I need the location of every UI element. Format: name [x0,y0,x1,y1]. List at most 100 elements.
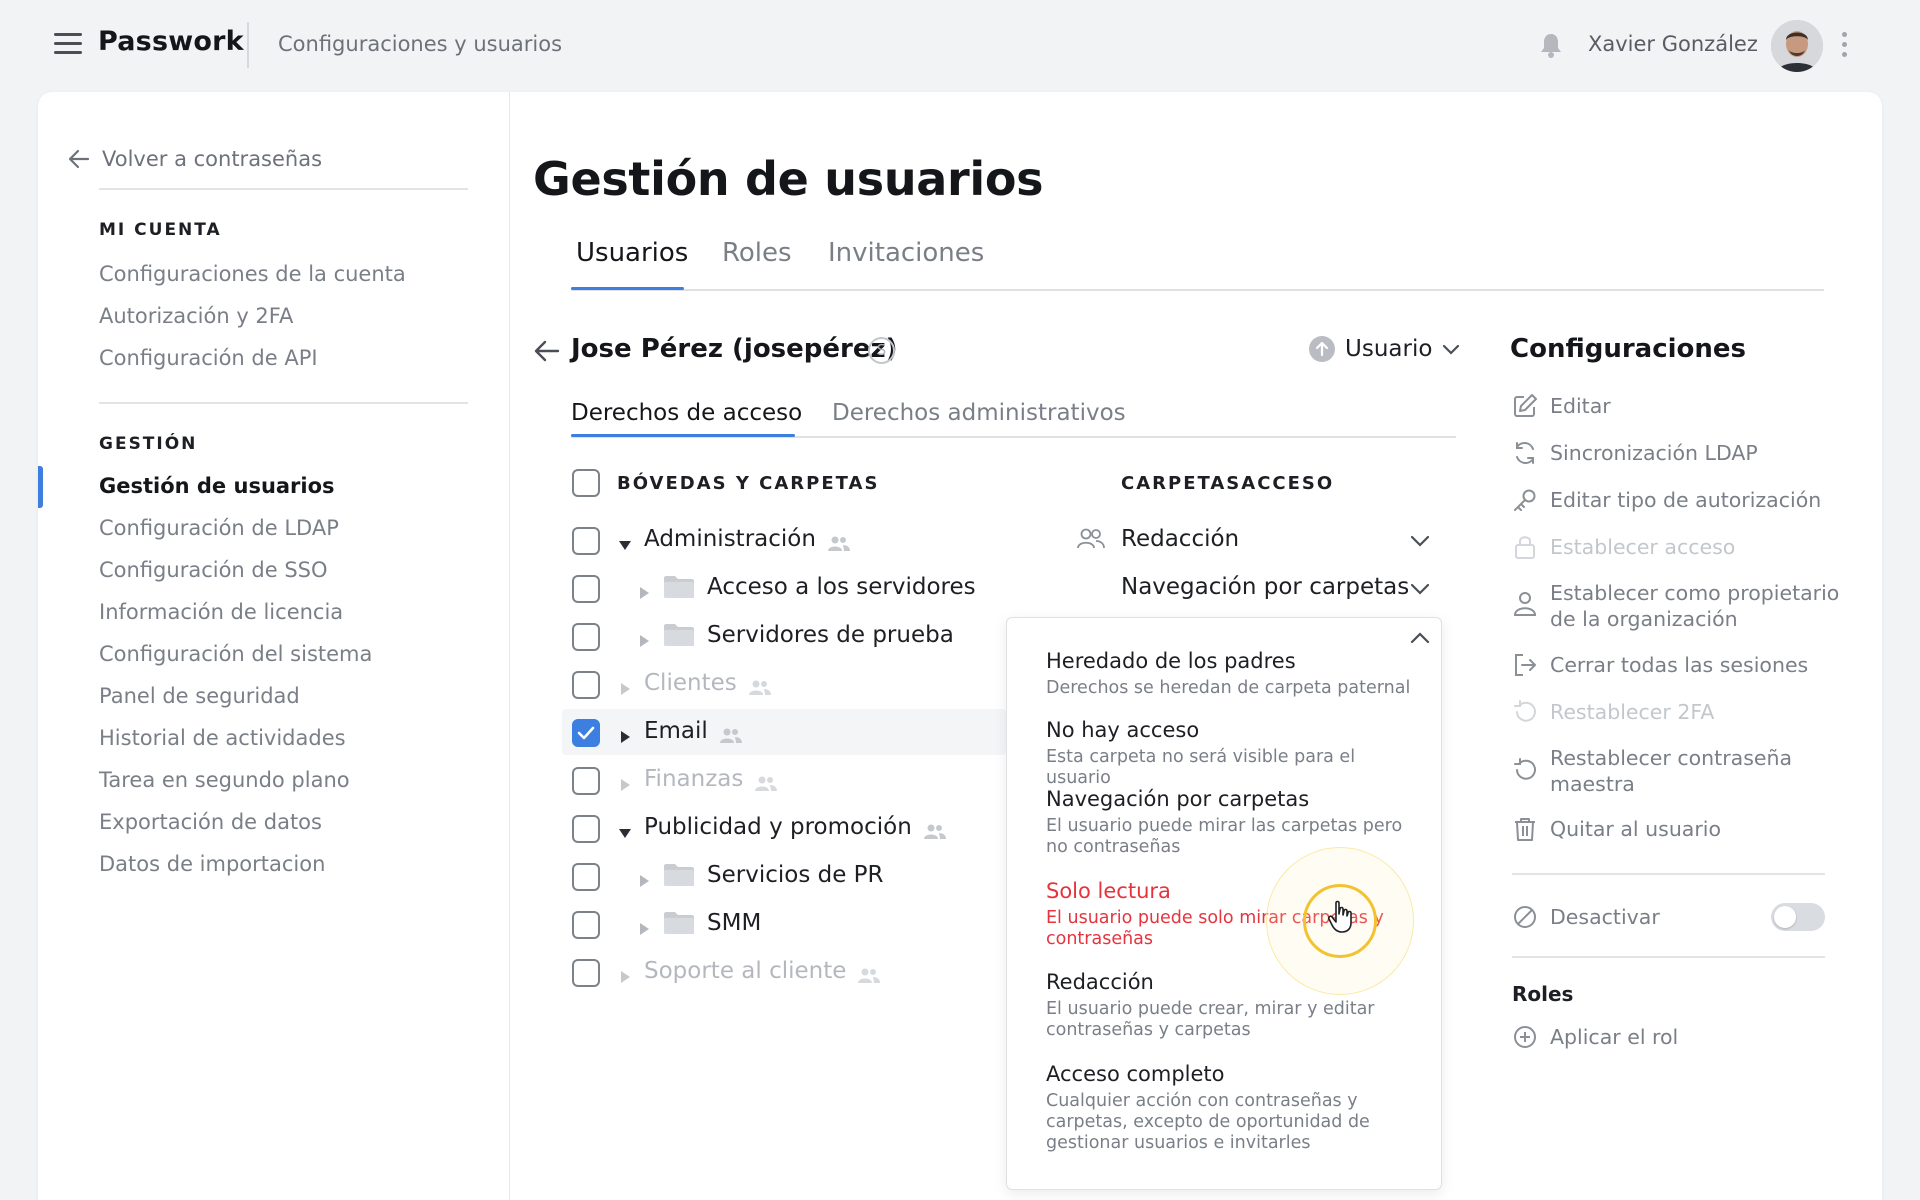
sidebar-item-system[interactable]: Configuración del sistema [99,642,372,666]
row-checkbox[interactable] [572,767,600,795]
sidebar-item-background-task[interactable]: Tarea en segundo plano [99,768,350,792]
close-sessions-action[interactable]: Cerrar todas las sesiones [1512,652,1808,678]
back-to-passwords-link[interactable]: Volver a contraseñas [68,147,322,171]
tree-row[interactable]: Finanzas [618,766,778,792]
chevron-up-icon[interactable] [1410,632,1430,644]
sidebar-item-export[interactable]: Exportación de datos [99,810,322,834]
tree-row[interactable]: Servicios de PR [637,862,884,888]
row-checkbox[interactable] [572,575,600,603]
row-checkbox[interactable] [572,671,600,699]
row-checkbox[interactable] [572,911,600,939]
row-checkbox[interactable] [572,959,600,987]
roles-heading: Roles [1512,982,1574,1006]
caret-right-icon[interactable] [637,580,651,599]
sidebar-item-account-settings[interactable]: Configuraciones de la cuenta [99,262,406,286]
tree-row[interactable]: SMM [637,910,761,936]
shared-users-icon [858,963,881,983]
edit-auth-type-action[interactable]: Editar tipo de autorización [1512,487,1821,513]
action-label: Desactivar [1550,905,1660,929]
tabs-divider [571,289,1824,291]
sidebar-item-auth-2fa[interactable]: Autorización y 2FA [99,304,293,328]
role-label: Usuario [1345,336,1433,362]
row-checkbox[interactable] [572,719,600,747]
row-checkbox[interactable] [572,623,600,651]
row-checkbox[interactable] [572,863,600,891]
dropdown-option-full-access[interactable]: Acceso completo Cualquier acción con con… [1046,1061,1421,1154]
option-title: Navegación por carpetas [1046,787,1310,811]
tree-row[interactable]: Acceso a los servidores [637,574,976,600]
folder-icon [663,911,695,935]
dropdown-option-no-access[interactable]: No hay acceso Esta carpeta no será visib… [1046,717,1421,789]
sidebar-item-security[interactable]: Panel de seguridad [99,684,300,708]
shared-users-icon [923,819,946,839]
sidebar-item-user-management[interactable]: Gestión de usuarios [99,474,335,498]
set-access-action[interactable]: Establecer acceso [1512,534,1735,560]
role-select[interactable]: Usuario [1309,336,1460,362]
active-tab-indicator [571,287,684,290]
app-logo[interactable]: Passwork [98,26,244,57]
dropdown-option-inherited[interactable]: Heredado de los padres Derechos se hered… [1046,648,1421,699]
apply-role-action[interactable]: Aplicar el rol [1512,1024,1678,1050]
arrow-left-icon[interactable] [533,337,561,365]
caret-right-icon[interactable] [618,964,632,983]
select-all-checkbox[interactable] [572,469,600,497]
sidebar-item-sso[interactable]: Configuración de SSO [99,558,328,582]
tree-label: Servidores de prueba [707,622,954,648]
tree-label: Email [644,718,708,744]
menu-icon[interactable] [54,33,82,55]
chevron-down-icon[interactable] [1410,583,1430,595]
current-user-name[interactable]: Xavier González [1588,32,1758,56]
permission-select[interactable]: Redacción [1076,526,1239,552]
tree-row[interactable]: Administración [618,526,850,552]
row-checkbox[interactable] [572,527,600,555]
remove-user-action[interactable]: Quitar al usuario [1512,816,1721,842]
dropdown-option-folder-navigation[interactable]: Navegación por carpetas El usuario puede… [1046,786,1421,858]
deactivate-toggle[interactable] [1771,903,1825,931]
tab-access-rights[interactable]: Derechos de acceso [571,400,802,426]
breadcrumb: Configuraciones y usuarios [278,32,563,56]
tree-row[interactable]: Email [618,718,742,744]
header-divider [247,22,249,68]
option-title: Heredado de los padres [1046,649,1296,673]
status-badge: S [868,337,895,364]
deactivate-action: Desactivar [1512,904,1660,930]
sidebar-item-ldap[interactable]: Configuración de LDAP [99,516,339,540]
caret-right-icon[interactable] [618,676,632,695]
hand-cursor-icon [1328,900,1352,933]
tree-row[interactable]: Soporte al cliente [618,958,881,984]
caret-right-icon[interactable] [637,868,651,887]
edit-action[interactable]: Editar [1512,393,1611,419]
tab-users[interactable]: Usuarios [576,238,688,268]
tree-row[interactable]: Clientes [618,670,771,696]
tab-roles[interactable]: Roles [722,238,792,268]
caret-right-icon[interactable] [618,772,632,791]
tab-invitations[interactable]: Invitaciones [828,238,984,268]
tree-row[interactable]: Publicidad y promoción [618,814,946,840]
more-options-icon[interactable] [1838,30,1850,60]
reset-2fa-action[interactable]: Restablecer 2FA [1512,699,1714,725]
top-bar: Passwork Configuraciones y usuarios Xavi… [0,0,1920,90]
chevron-down-icon[interactable] [1410,535,1430,547]
tree-row[interactable]: Servidores de prueba [637,622,954,648]
caret-right-icon[interactable] [618,724,632,743]
caret-down-icon[interactable] [618,532,632,550]
ldap-sync-action[interactable]: Sincronización LDAP [1512,440,1758,466]
action-label: Sincronización LDAP [1550,441,1758,465]
avatar[interactable] [1771,20,1823,72]
folder-icon [663,863,695,887]
permission-select[interactable]: Navegación por carpetas [1121,574,1409,600]
caret-right-icon[interactable] [637,916,651,935]
action-label: Establecer como propietario de la organi… [1550,581,1840,631]
sidebar-item-license[interactable]: Información de licencia [99,600,343,624]
reset-master-password-action[interactable]: Restablecer contraseña maestra [1512,745,1810,797]
row-checkbox[interactable] [572,815,600,843]
set-owner-action[interactable]: Establecer como propietario de la organi… [1512,580,1840,632]
sidebar-item-api[interactable]: Configuración de API [99,346,318,370]
tab-admin-rights[interactable]: Derechos administrativos [832,400,1126,426]
sidebar-item-activity[interactable]: Historial de actividades [99,726,346,750]
settings-title: Configuraciones [1510,334,1747,364]
caret-down-icon[interactable] [618,820,632,838]
caret-right-icon[interactable] [637,628,651,647]
sidebar-item-import[interactable]: Datos de importacion [99,852,325,876]
bell-icon[interactable] [1536,30,1566,60]
